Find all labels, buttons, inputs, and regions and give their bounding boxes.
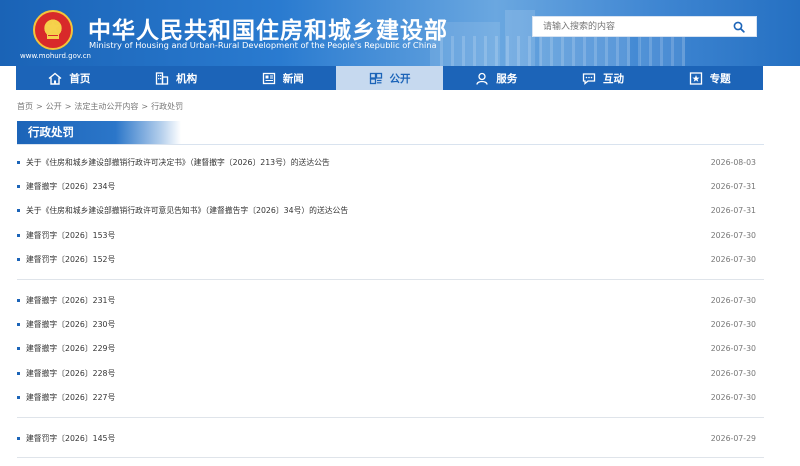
- list-group: 建督罚字〔2026〕145号 2026-07-29: [17, 426, 764, 459]
- list-item-date: 2026-07-30: [710, 255, 756, 265]
- list-item-title[interactable]: 建督撤字〔2026〕229号: [26, 343, 115, 354]
- list-item-date: 2026-07-31: [710, 206, 756, 216]
- nav-item-disclosure[interactable]: 公开: [336, 66, 443, 90]
- nav-item-interaction[interactable]: 互动: [550, 66, 657, 90]
- bullet-icon: [17, 258, 20, 262]
- nav-item-label: 公开: [389, 72, 411, 85]
- nav-item-organization[interactable]: 机构: [123, 66, 230, 90]
- list-item-title[interactable]: 建督罚字〔2026〕145号: [26, 433, 115, 444]
- bullet-icon: [17, 209, 20, 213]
- nav-item-label: 互动: [602, 72, 624, 85]
- list-item-title[interactable]: 建督撤字〔2026〕228号: [26, 368, 115, 379]
- star-icon: [689, 71, 703, 85]
- list-item-title[interactable]: 建督撤字〔2026〕230号: [26, 319, 115, 330]
- list-item[interactable]: 建督撤字〔2026〕228号 2026-07-30: [17, 361, 764, 385]
- list-item-title[interactable]: 建督罚字〔2026〕153号: [26, 230, 115, 241]
- nav-item-service[interactable]: 服务: [443, 66, 550, 90]
- search-button[interactable]: [722, 17, 756, 36]
- bullet-icon: [17, 323, 20, 327]
- disclosure-icon: [369, 72, 383, 85]
- list-item-date: 2026-07-29: [710, 433, 756, 443]
- breadcrumb-separator: >: [141, 102, 149, 111]
- breadcrumb: 首页 > 公开 > 法定主动公开内容 > 行政处罚: [17, 101, 183, 112]
- list-item-date: 2026-08-03: [710, 157, 756, 167]
- building-icon: [155, 71, 169, 85]
- list-item[interactable]: 建督罚字〔2026〕152号 2026-07-30: [17, 248, 764, 272]
- breadcrumb-current: 行政处罚: [151, 102, 184, 111]
- search-icon: [733, 21, 745, 33]
- bullet-icon: [17, 233, 20, 237]
- bullet-icon: [17, 371, 20, 375]
- list-group: 建督撤字〔2026〕231号 2026-07-30 建督撤字〔2026〕230号 2…: [17, 288, 764, 418]
- bullet-icon: [17, 185, 20, 189]
- site-subtitle-english: Ministry of Housing and Urban-Rural Deve…: [89, 40, 437, 50]
- list-item[interactable]: 建督撤字〔2026〕234号 2026-07-31: [17, 174, 764, 198]
- list-item-title[interactable]: 关于《住房和城乡建设部撤销行政许可决定书》（建督撤字〔2026〕213号）的送达…: [26, 157, 330, 168]
- list-item-title[interactable]: 关于《住房和城乡建设部撤销行政许可意见告知书》（建督撤告字〔2026〕34号）的…: [26, 205, 348, 216]
- main-nav: 首页 机构 新闻 公开 服务 互动 专题: [16, 66, 763, 90]
- list-item-date: 2026-07-30: [710, 368, 756, 378]
- list-item-date: 2026-07-31: [710, 182, 756, 192]
- list-item-date: 2026-07-30: [710, 230, 756, 240]
- breadcrumb-separator: >: [64, 102, 72, 111]
- list-item-title[interactable]: 建督撤字〔2026〕234号: [26, 181, 115, 192]
- national-emblem-icon[interactable]: [33, 10, 73, 50]
- breadcrumb-link-disclosure[interactable]: 公开: [46, 102, 62, 111]
- nav-item-home[interactable]: 首页: [16, 66, 123, 90]
- bullet-icon: [17, 347, 20, 351]
- announcement-list: 关于《住房和城乡建设部撤销行政许可决定书》（建督撤字〔2026〕213号）的送达…: [17, 150, 764, 466]
- list-item-title[interactable]: 建督撤字〔2026〕231号: [26, 295, 115, 306]
- list-item-date: 2026-07-30: [710, 320, 756, 330]
- bullet-icon: [17, 298, 20, 302]
- list-item-date: 2026-07-30: [710, 295, 756, 305]
- list-item-date: 2026-07-30: [710, 344, 756, 354]
- list-item-title[interactable]: 建督撤字〔2026〕227号: [26, 392, 115, 403]
- list-item-date: 2026-07-30: [710, 393, 756, 403]
- nav-item-news[interactable]: 新闻: [229, 66, 336, 90]
- list-item[interactable]: 建督撤字〔2026〕227号 2026-07-30: [17, 386, 764, 410]
- list-item[interactable]: 建督罚字〔2026〕153号 2026-07-30: [17, 223, 764, 247]
- nav-item-label: 首页: [69, 72, 91, 85]
- header-background-columns: [440, 36, 690, 66]
- site-header: www.mohurd.gov.cn 中华人民共和国住房和城乡建设部 Minist…: [0, 0, 800, 66]
- site-url: www.mohurd.gov.cn: [20, 52, 91, 60]
- list-item[interactable]: 关于《住房和城乡建设部撤销行政许可决定书》（建督撤字〔2026〕213号）的送达…: [17, 150, 764, 174]
- section-title: 行政处罚: [17, 121, 181, 144]
- list-item[interactable]: 关于《住房和城乡建设部撤销行政许可意见告知书》（建督撤告字〔2026〕34号）的…: [17, 199, 764, 223]
- list-item-title[interactable]: 建督罚字〔2026〕152号: [26, 254, 115, 265]
- news-icon: [262, 72, 276, 85]
- breadcrumb-separator: >: [36, 102, 43, 111]
- nav-item-label: 服务: [496, 72, 518, 85]
- nav-item-label: 专题: [709, 72, 731, 85]
- service-icon: [475, 72, 489, 85]
- home-icon: [48, 72, 62, 85]
- nav-item-topics[interactable]: 专题: [656, 66, 763, 90]
- breadcrumb-link-home[interactable]: 首页: [17, 102, 33, 111]
- bullet-icon: [17, 436, 20, 440]
- list-item[interactable]: 建督撤字〔2026〕230号 2026-07-30: [17, 312, 764, 336]
- list-item[interactable]: 建督撤字〔2026〕229号 2026-07-30: [17, 337, 764, 361]
- bullet-icon: [17, 160, 20, 164]
- list-item[interactable]: 建督罚字〔2026〕145号 2026-07-29: [17, 426, 764, 450]
- bullet-icon: [17, 396, 20, 400]
- list-item[interactable]: 建督撤字〔2026〕231号 2026-07-30: [17, 288, 764, 312]
- nav-item-label: 机构: [176, 72, 198, 85]
- chat-icon: [582, 72, 596, 85]
- list-group: 关于《住房和城乡建设部撤销行政许可决定书》（建督撤字〔2026〕213号）的送达…: [17, 150, 764, 280]
- section-header: 行政处罚: [17, 121, 764, 145]
- search-box: [532, 16, 757, 37]
- search-input[interactable]: [533, 17, 723, 36]
- breadcrumb-link-statutory-disclosure[interactable]: 法定主动公开内容: [74, 102, 138, 111]
- nav-item-label: 新闻: [282, 72, 304, 85]
